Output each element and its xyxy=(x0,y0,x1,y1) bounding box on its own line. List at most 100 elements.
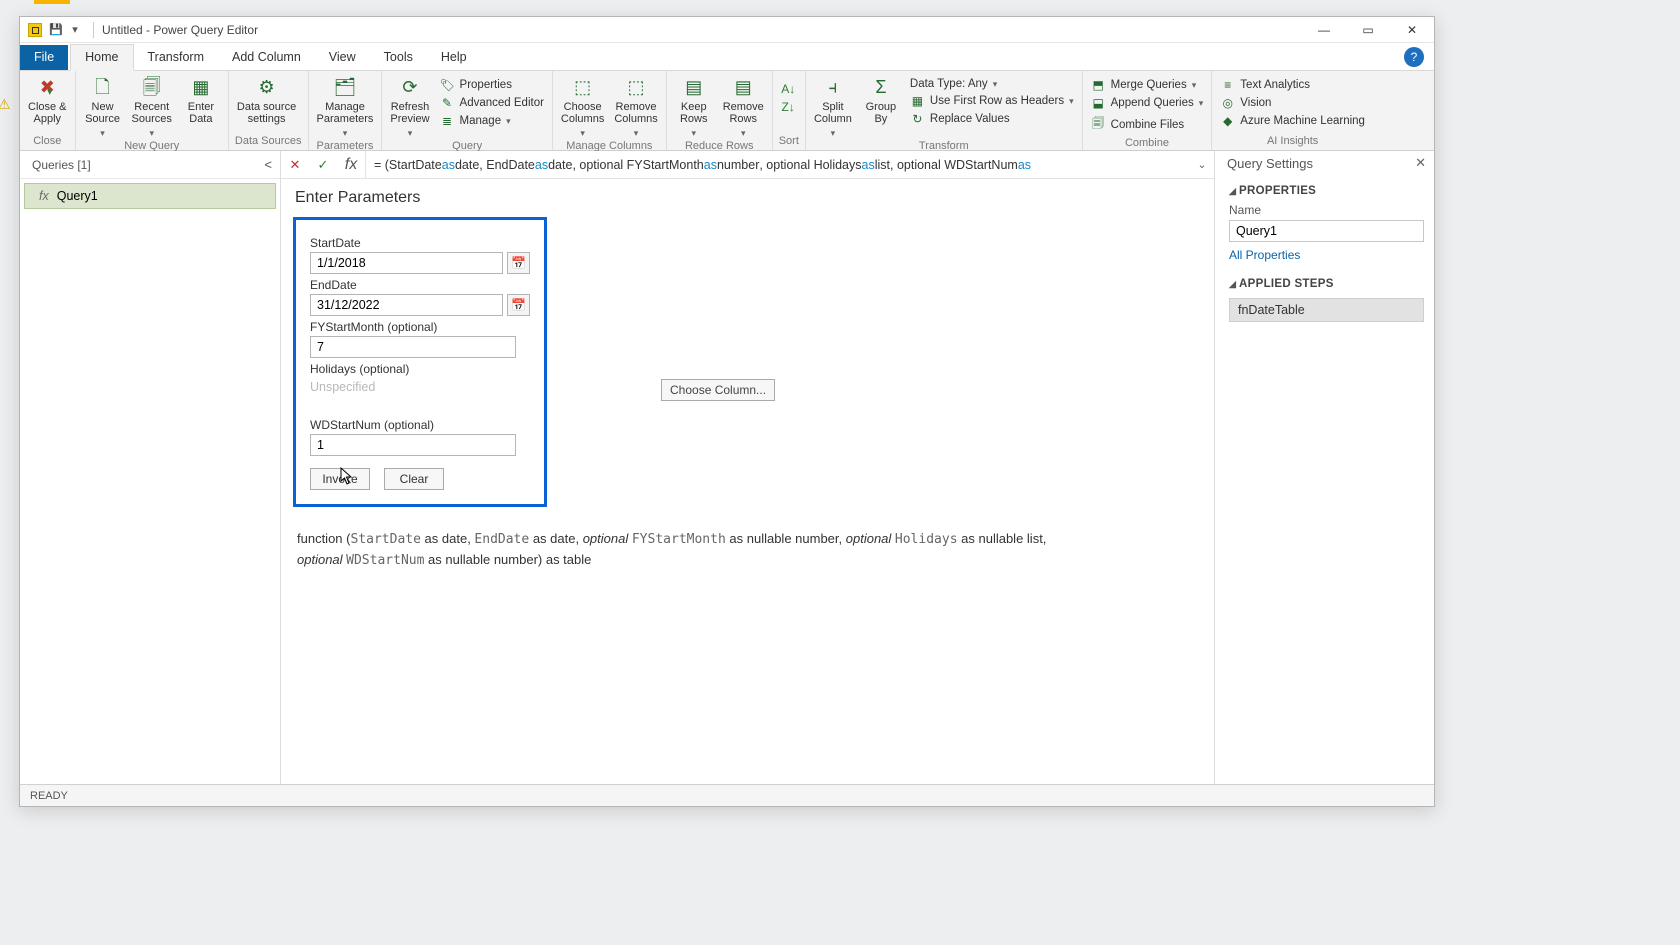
status-text: READY xyxy=(30,790,68,802)
qat-save-icon[interactable]: 💾 xyxy=(48,22,64,38)
recent-sources-button[interactable]: 🗐Recent Sources xyxy=(130,75,174,139)
close-button[interactable]: ✕ xyxy=(1390,17,1434,43)
tab-help[interactable]: Help xyxy=(427,45,481,70)
vision-icon: ◎ xyxy=(1220,96,1235,110)
tab-file[interactable]: File xyxy=(20,45,68,70)
group-by-icon: Σ xyxy=(867,75,895,99)
data-source-settings-button[interactable]: ⚙Data source settings xyxy=(235,75,298,125)
remove-rows-icon: ▤ xyxy=(729,75,757,99)
collapse-queries-icon[interactable]: < xyxy=(264,157,272,172)
refresh-icon: ⟳ xyxy=(396,75,424,99)
remove-columns-button[interactable]: ⬚Remove Columns xyxy=(612,75,659,139)
parameter-box-highlight: StartDate 📅 EndDate 📅 FYStartMonth (opti… xyxy=(293,217,547,507)
close-apply-button[interactable]: ✖▾ Close & Apply xyxy=(26,75,69,125)
new-source-button[interactable]: 🗋New Source xyxy=(82,75,124,139)
tab-tools[interactable]: Tools xyxy=(370,45,427,70)
fx-icon: fx xyxy=(39,189,49,203)
name-label: Name xyxy=(1229,201,1424,220)
tab-transform[interactable]: Transform xyxy=(134,45,219,70)
merge-icon: ⬒ xyxy=(1091,78,1106,92)
properties-button[interactable]: 🏷Properties xyxy=(438,77,546,93)
obscured-app-tab xyxy=(34,0,70,4)
azure-ml-button[interactable]: ◆Azure Machine Learning xyxy=(1218,113,1367,129)
minimize-button[interactable]: — xyxy=(1302,17,1346,43)
keep-rows-icon: ▤ xyxy=(680,75,708,99)
tab-home[interactable]: Home xyxy=(70,44,133,71)
clear-button[interactable]: Clear xyxy=(384,468,444,490)
manage-icon: ≣ xyxy=(440,114,455,128)
wdstartnum-label: WDStartNum (optional) xyxy=(310,418,530,432)
combine-files-button[interactable]: 🗐Combine Files xyxy=(1089,113,1206,136)
choose-column-button[interactable]: Choose Column... xyxy=(661,379,775,401)
status-bar: READY xyxy=(20,784,1434,806)
query-name-input[interactable] xyxy=(1229,220,1424,242)
merge-queries-button[interactable]: ⬒Merge Queries xyxy=(1089,77,1206,93)
first-row-headers-button[interactable]: ▦Use First Row as Headers xyxy=(908,93,1076,109)
tab-view[interactable]: View xyxy=(315,45,370,70)
choose-columns-button[interactable]: ⬚Choose Columns xyxy=(559,75,606,139)
sort-asc-icon: A↓ xyxy=(781,82,796,96)
ribbon: ✖▾ Close & Apply Close 🗋New Source 🗐Rece… xyxy=(20,71,1434,151)
enter-data-button[interactable]: ▦Enter Data xyxy=(180,75,222,125)
enddate-input[interactable] xyxy=(310,294,503,316)
combine-files-icon: 🗐 xyxy=(1091,114,1106,135)
sort-asc-button[interactable]: A↓ xyxy=(779,81,798,97)
quick-access-toolbar: 💾 ▾ xyxy=(48,22,83,38)
invoke-button[interactable]: Invoke xyxy=(310,468,370,490)
properties-icon: 🏷 xyxy=(440,78,455,92)
recent-sources-icon: 🗐 xyxy=(138,75,166,99)
query-settings-pane: Query Settings ✕ PROPERTIES Name All Pro… xyxy=(1214,151,1434,784)
keep-rows-button[interactable]: ▤Keep Rows xyxy=(673,75,715,139)
ribbon-tabs: File Home Transform Add Column View Tool… xyxy=(20,43,1434,71)
holidays-label: Holidays (optional) xyxy=(310,362,530,376)
all-properties-link[interactable]: All Properties xyxy=(1229,242,1424,262)
close-apply-icon: ✖▾ xyxy=(33,75,61,99)
remove-rows-button[interactable]: ▤Remove Rows xyxy=(721,75,766,139)
applied-step-fndatetable[interactable]: fnDateTable xyxy=(1229,298,1424,322)
manage-button[interactable]: ≣Manage xyxy=(438,113,546,129)
manage-parameters-button[interactable]: 🗂Manage Parameters xyxy=(315,75,376,139)
split-column-icon: ⫞ xyxy=(819,75,847,99)
vision-button[interactable]: ◎Vision xyxy=(1218,95,1367,111)
wdstartnum-input[interactable] xyxy=(310,434,516,456)
group-label-datasources: Data Sources xyxy=(235,134,302,150)
formula-commit-button[interactable]: ✓ xyxy=(309,151,337,179)
close-settings-icon[interactable]: ✕ xyxy=(1415,155,1426,171)
text-analytics-icon: ≡ xyxy=(1220,78,1235,92)
split-column-button[interactable]: ⫞Split Column xyxy=(812,75,854,139)
remove-columns-icon: ⬚ xyxy=(622,75,650,99)
qat-dropdown-icon[interactable]: ▾ xyxy=(67,22,83,38)
replace-icon: ↻ xyxy=(910,112,925,126)
fystartmonth-input[interactable] xyxy=(310,336,516,358)
parameters-icon: 🗂 xyxy=(331,75,359,99)
formula-cancel-button[interactable]: ✕ xyxy=(281,151,309,179)
group-by-button[interactable]: ΣGroup By xyxy=(860,75,902,125)
enddate-label: EndDate xyxy=(310,278,530,292)
enter-parameters-header: Enter Parameters xyxy=(295,189,1202,207)
data-type-button[interactable]: Data Type: Any xyxy=(908,77,1076,91)
query-settings-header: Query Settings xyxy=(1227,156,1313,171)
group-label-ai: AI Insights xyxy=(1218,134,1367,150)
function-signature: function (StartDate as date, EndDate as … xyxy=(297,529,1198,571)
startdate-input[interactable] xyxy=(310,252,503,274)
refresh-preview-button[interactable]: ⟳Refresh Preview xyxy=(388,75,431,139)
append-queries-button[interactable]: ⬓Append Queries xyxy=(1089,95,1206,111)
table-icon: ▦ xyxy=(910,94,925,108)
sort-desc-button[interactable]: Z↓ xyxy=(779,99,798,115)
query-item-query1[interactable]: fx Query1 xyxy=(24,183,276,209)
help-icon[interactable]: ? xyxy=(1404,47,1424,67)
maximize-button[interactable]: ▭ xyxy=(1346,17,1390,43)
replace-values-button[interactable]: ↻Replace Values xyxy=(908,111,1076,127)
enddate-calendar-icon[interactable]: 📅 xyxy=(507,294,530,316)
advanced-editor-icon: ✎ xyxy=(440,96,455,110)
properties-section-label: PROPERTIES xyxy=(1229,179,1424,201)
formula-text[interactable]: = (StartDate as date, EndDate as date, o… xyxy=(365,151,1190,178)
queries-pane: Queries [1] < fx Query1 xyxy=(20,151,281,784)
text-analytics-button[interactable]: ≡Text Analytics xyxy=(1218,77,1367,93)
new-source-icon: 🗋 xyxy=(89,75,117,99)
advanced-editor-button[interactable]: ✎Advanced Editor xyxy=(438,95,546,111)
startdate-calendar-icon[interactable]: 📅 xyxy=(507,252,530,274)
applied-steps-label: APPLIED STEPS xyxy=(1229,272,1424,294)
formula-expand-icon[interactable]: ⌄ xyxy=(1190,158,1214,171)
tab-add-column[interactable]: Add Column xyxy=(218,45,315,70)
